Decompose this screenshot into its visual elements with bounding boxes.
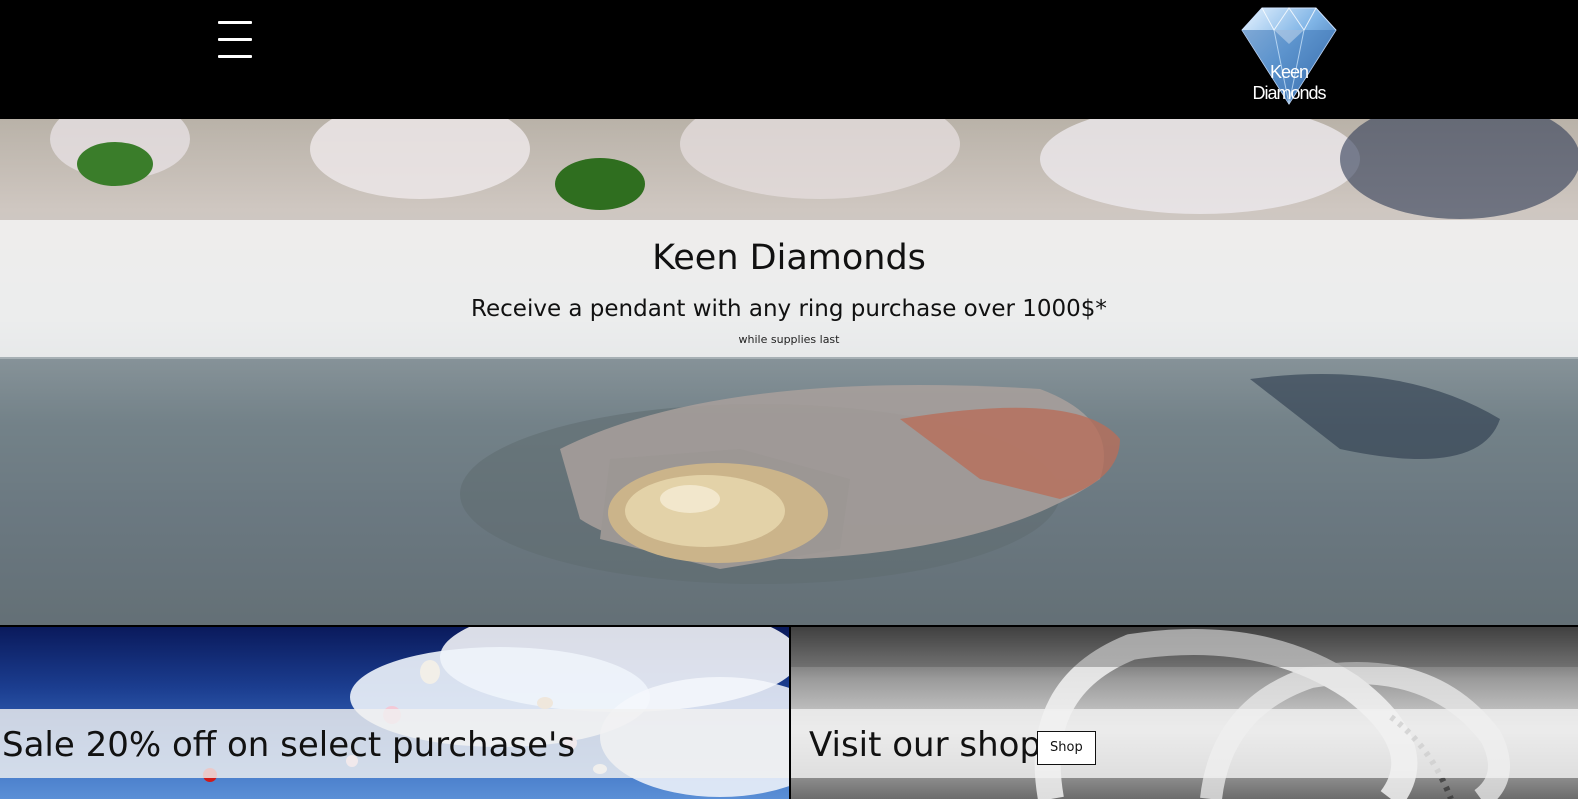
hero-note: while supplies last	[738, 333, 840, 346]
site-logo[interactable]: Keen Diamonds	[1234, 4, 1344, 108]
hamburger-menu-icon[interactable]	[214, 12, 258, 64]
sale-panel[interactable]: Sale 20% off on select purchase's	[0, 627, 789, 799]
hero-banner: Keen Diamonds Receive a pendant with any…	[0, 119, 1578, 625]
sale-title: Sale 20% off on select purchase's	[2, 725, 576, 765]
shop-button[interactable]: Shop	[1037, 731, 1096, 765]
shop-title: Visit our shop	[809, 725, 1042, 765]
hero-text-band: Keen Diamonds Receive a pendant with any…	[0, 220, 1578, 357]
menu-line	[218, 55, 252, 58]
site-header: Keen Diamonds	[0, 0, 1578, 118]
hero-subtitle: Receive a pendant with any ring purchase…	[471, 296, 1107, 322]
hero-title: Keen Diamonds	[652, 238, 926, 278]
logo-text: Keen Diamonds	[1252, 62, 1326, 103]
menu-line	[218, 38, 252, 41]
shop-panel: Visit our shop Shop	[791, 627, 1578, 799]
menu-line	[218, 21, 252, 24]
sale-text-band: Sale 20% off on select purchase's	[0, 709, 789, 778]
shop-text-band: Visit our shop Shop	[791, 709, 1578, 778]
ring-background-image	[0, 119, 1578, 625]
